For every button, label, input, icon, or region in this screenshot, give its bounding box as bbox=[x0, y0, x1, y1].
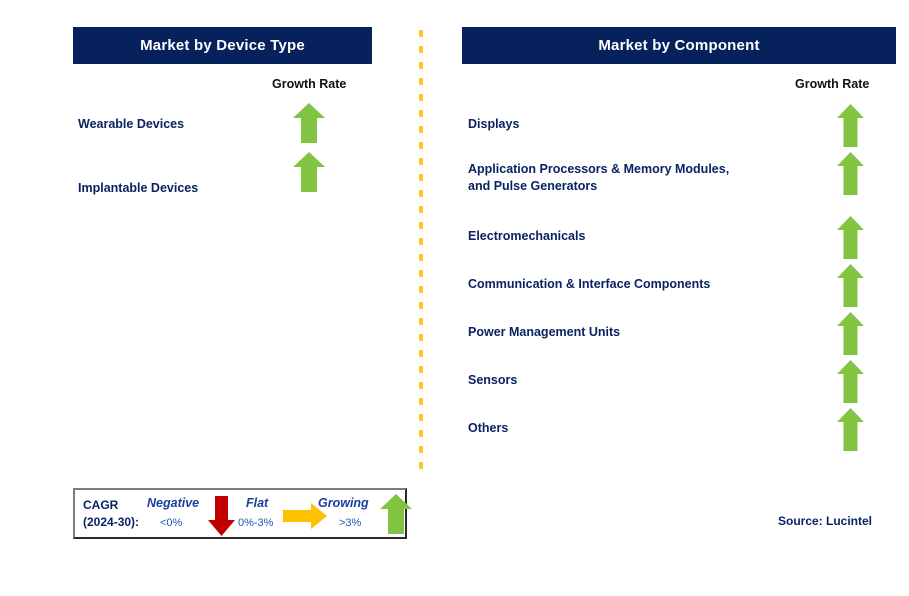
row-label: Communication & Interface Components bbox=[468, 277, 711, 291]
table-row: Power Management Units bbox=[468, 324, 818, 341]
down-arrow-icon bbox=[208, 496, 235, 536]
vertical-dashed-divider bbox=[419, 30, 423, 478]
legend-range-negative: <0% bbox=[160, 517, 183, 529]
row-label: Electromechanicals bbox=[468, 229, 586, 243]
panel-header-component: Market by Component bbox=[462, 27, 896, 64]
row-label: Power Management Units bbox=[468, 325, 621, 339]
up-arrow-icon bbox=[293, 152, 325, 192]
growth-rate-caption-left: Growth Rate bbox=[272, 77, 347, 91]
table-row: Implantable Devices bbox=[78, 180, 288, 197]
up-arrow-icon bbox=[380, 494, 412, 534]
table-row: Application Processors & Memory Modules,… bbox=[468, 161, 818, 195]
table-row: Electromechanicals bbox=[468, 228, 818, 245]
up-arrow-icon bbox=[837, 408, 864, 451]
up-arrow-icon bbox=[837, 360, 864, 403]
legend-term-growing: Growing bbox=[318, 496, 369, 510]
panel-header-device-type: Market by Device Type bbox=[73, 27, 372, 64]
row-label: Application Processors & Memory Modules,… bbox=[468, 162, 730, 193]
legend-title: CAGR (2024-30): bbox=[83, 498, 140, 529]
up-arrow-icon bbox=[837, 264, 864, 307]
row-label: Sensors bbox=[468, 373, 518, 387]
table-row: Wearable Devices bbox=[78, 116, 288, 133]
table-row: Sensors bbox=[468, 372, 818, 389]
up-arrow-icon bbox=[837, 312, 864, 355]
infographic-canvas: Market by Device Type Growth Rate Wearab… bbox=[0, 0, 909, 596]
legend-term-negative: Negative bbox=[147, 496, 200, 510]
legend-term-flat: Flat bbox=[246, 496, 269, 510]
row-label: Others bbox=[468, 421, 509, 435]
row-label: Wearable Devices bbox=[78, 117, 185, 131]
table-row: Communication & Interface Components bbox=[468, 276, 818, 293]
up-arrow-icon bbox=[837, 152, 864, 195]
source-label: Source: Lucintel bbox=[778, 514, 873, 528]
legend-range-growing: >3% bbox=[339, 517, 362, 529]
cagr-legend: CAGR (2024-30): Negative <0% Flat 0%-3% … bbox=[73, 488, 412, 539]
growth-rate-caption-right: Growth Rate bbox=[795, 77, 870, 91]
row-label: Displays bbox=[468, 117, 520, 131]
row-label: Implantable Devices bbox=[78, 181, 199, 195]
panel-title-component: Market by Component bbox=[598, 37, 760, 54]
table-row: Displays bbox=[468, 116, 818, 133]
table-row: Others bbox=[468, 420, 818, 437]
legend-range-flat: 0%-3% bbox=[238, 517, 274, 529]
up-arrow-icon bbox=[293, 103, 325, 143]
up-arrow-icon bbox=[837, 216, 864, 259]
panel-title-device-type: Market by Device Type bbox=[140, 37, 305, 54]
up-arrow-icon bbox=[837, 104, 864, 147]
